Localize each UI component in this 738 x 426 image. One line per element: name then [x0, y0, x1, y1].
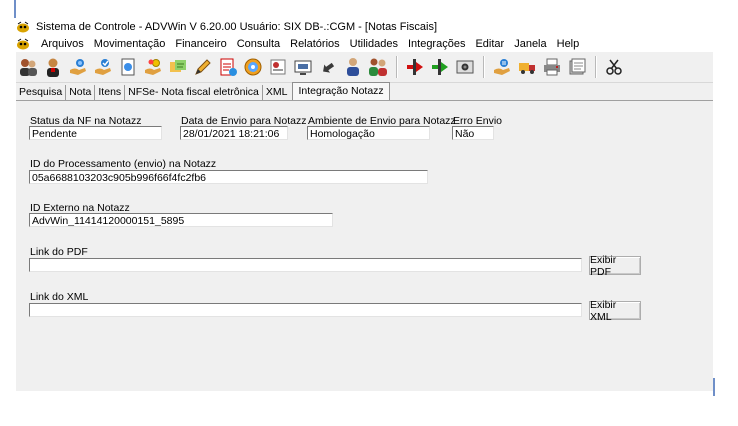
menu-relatorios[interactable]: Relatórios — [285, 38, 345, 50]
back-arrow-icon[interactable] — [316, 55, 340, 79]
ambiente-field[interactable]: Homologação — [307, 126, 430, 140]
pencil-icon[interactable] — [191, 55, 215, 79]
tab-xml[interactable]: XML — [263, 85, 291, 100]
green-arrow-icon[interactable] — [428, 55, 452, 79]
app-logo-icon[interactable] — [16, 38, 30, 50]
link-xml-label: Link do XML — [30, 291, 89, 303]
people-icon[interactable] — [366, 55, 390, 79]
tab-nfse[interactable]: NFSe- Nota fiscal eletrônica — [125, 85, 263, 100]
cd-icon[interactable] — [241, 55, 265, 79]
toolbar-separator — [483, 56, 485, 78]
notes-icon[interactable] — [166, 55, 190, 79]
right-accent — [713, 378, 715, 396]
camera-icon[interactable] — [453, 55, 477, 79]
toolbar-separator — [396, 56, 398, 78]
id-processamento-field[interactable]: 05a6688103203c905b996f66f4fc2fb6 — [29, 170, 428, 184]
user-icon[interactable] — [41, 55, 65, 79]
menu-utilidades[interactable]: Utilidades — [345, 38, 403, 50]
tab-integracao-notazz[interactable]: Integração Notazz — [292, 82, 390, 100]
menu-bar: Arquivos Movimentação Financeiro Consult… — [16, 35, 713, 52]
id-processamento-label: ID do Processamento (envio) na Notazz — [30, 158, 217, 170]
data-envio-field[interactable]: 28/01/2021 18:21:06 — [180, 126, 288, 140]
menu-integracoes[interactable]: Integrações — [403, 38, 470, 50]
tab-nota[interactable]: Nota — [66, 85, 96, 100]
link-pdf-label: Link do PDF — [30, 246, 88, 258]
users-icon[interactable] — [16, 55, 40, 79]
link-xml-field[interactable] — [29, 303, 582, 317]
menu-movimentacao[interactable]: Movimentação — [89, 38, 171, 50]
report-icon[interactable] — [266, 55, 290, 79]
exibir-pdf-button[interactable]: Exibir PDF — [589, 254, 641, 278]
erro-envio-field[interactable]: Não — [452, 126, 494, 140]
monitor-icon[interactable] — [291, 55, 315, 79]
hand-list-icon[interactable] — [490, 55, 514, 79]
app-window: Sistema de Controle - ADVWin V 6.20.00 U… — [16, 18, 713, 391]
document-stack-icon[interactable] — [565, 55, 589, 79]
left-accent — [14, 0, 16, 18]
checklist-icon[interactable] — [216, 55, 240, 79]
exibir-xml-button[interactable]: Exibir XML — [589, 299, 641, 323]
hand-check-icon[interactable] — [91, 55, 115, 79]
window-title: Sistema de Controle - ADVWin V 6.20.00 U… — [36, 20, 438, 33]
menu-editar[interactable]: Editar — [470, 38, 509, 50]
integracao-notazz-panel: Status da NF na Notazz Pendente Data de … — [16, 100, 713, 391]
tab-pesquisa[interactable]: Pesquisa — [16, 85, 67, 100]
printer-icon[interactable] — [540, 55, 564, 79]
menu-consulta[interactable]: Consulta — [232, 38, 285, 50]
app-logo-icon — [16, 21, 30, 33]
status-field[interactable]: Pendente — [29, 126, 162, 140]
menu-arquivos[interactable]: Arquivos — [36, 38, 89, 50]
red-arrow-icon[interactable] — [403, 55, 427, 79]
toolbar-separator — [595, 56, 597, 78]
hand-coins-icon[interactable] — [141, 55, 165, 79]
tab-itens[interactable]: Itens — [95, 85, 126, 100]
tab-strip: Pesquisa Nota Itens NFSe- Nota fiscal el… — [16, 82, 713, 100]
id-externo-field[interactable]: AdvWin_11414120000151_5895 — [29, 213, 333, 227]
scissors-icon[interactable] — [602, 55, 626, 79]
title-bar: Sistema de Controle - ADVWin V 6.20.00 U… — [16, 18, 713, 35]
menu-janela[interactable]: Janela — [509, 38, 551, 50]
hand-icon[interactable] — [66, 55, 90, 79]
menu-help[interactable]: Help — [552, 38, 585, 50]
toolbar — [16, 52, 713, 83]
document-icon[interactable] — [116, 55, 140, 79]
truck-icon[interactable] — [515, 55, 539, 79]
person-icon[interactable] — [341, 55, 365, 79]
menu-financeiro[interactable]: Financeiro — [170, 38, 231, 50]
link-pdf-field[interactable] — [29, 258, 582, 272]
